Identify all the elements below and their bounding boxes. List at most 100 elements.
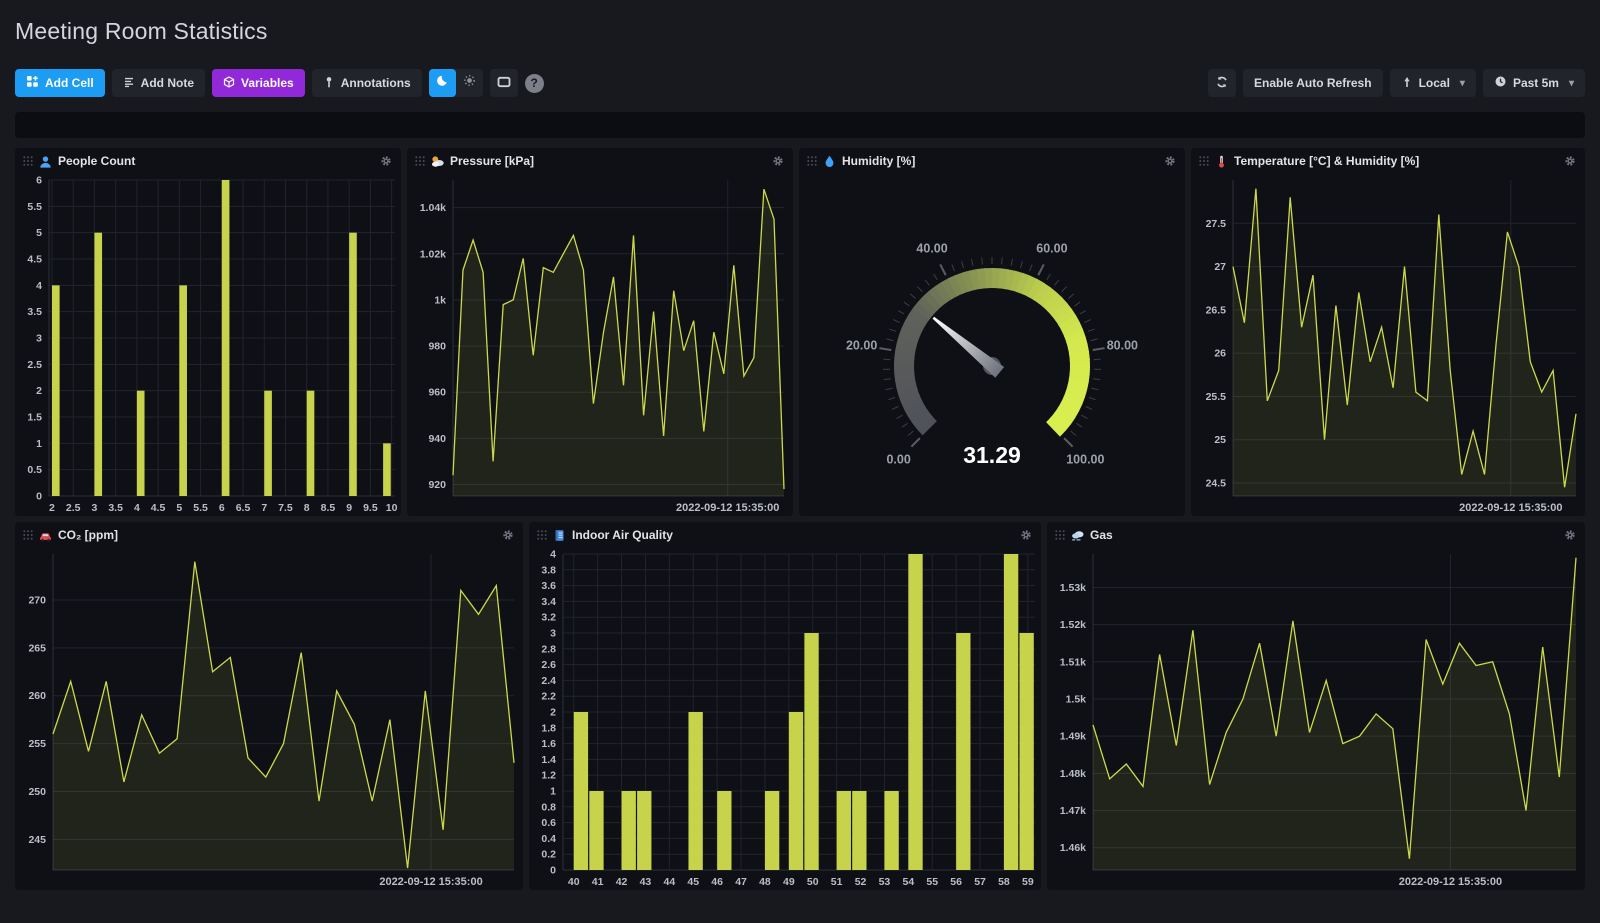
add-cell-button[interactable]: Add Cell xyxy=(15,69,105,97)
y-tick-label: 2.8 xyxy=(541,643,556,655)
variables-button[interactable]: Variables xyxy=(212,69,305,97)
bar xyxy=(717,791,732,870)
y-tick-label: 0.8 xyxy=(541,801,556,813)
drag-handle-icon[interactable] xyxy=(23,156,33,166)
panel-row-1: People Count 2 2.5 3 3.5 4 4.5 5 5.5 6 6.5 7 7.5 8 8.5… xyxy=(15,148,1585,516)
bar xyxy=(836,791,851,870)
indoor-air-quality-chart[interactable]: 40 41 42 43 44 45 46 47 48 49 50 51 52 53 54 55 56 57 58 59… xyxy=(529,548,1041,890)
x-axis-timestamp: 2022-09-12 15:35:00 xyxy=(676,502,779,514)
x-tick-label: 57 xyxy=(974,876,986,888)
drag-handle-icon[interactable] xyxy=(537,530,547,540)
variables-label: Variables xyxy=(241,76,294,90)
y-tick-label: 0.5 xyxy=(27,464,42,476)
x-tick-label: 58 xyxy=(998,876,1010,888)
y-tick-label: 1.46k xyxy=(1060,842,1086,854)
y-tick-label: 2 xyxy=(36,385,42,397)
add-note-button[interactable]: Add Note xyxy=(111,69,205,97)
y-tick-label: 2.5 xyxy=(27,359,42,371)
humidity-chart[interactable]: 0.00 20.00 40.00 60.00 80.00 100.00 31.29 xyxy=(799,174,1185,516)
drag-handle-icon[interactable] xyxy=(23,530,33,540)
refresh-button[interactable] xyxy=(1207,69,1236,97)
x-tick-label: 44 xyxy=(664,876,676,888)
drag-handle-icon[interactable] xyxy=(807,156,817,166)
help-icon[interactable]: ? xyxy=(524,73,544,93)
panel-co2: CO₂ [ppm] 270 265 260 255 250 245 2022-09-12 15… xyxy=(15,522,523,890)
gauge-needle xyxy=(932,316,1005,378)
x-tick-label: 5.5 xyxy=(193,502,208,514)
light-mode-toggle[interactable] xyxy=(456,69,483,97)
panel-header: CO₂ [ppm] xyxy=(15,522,523,548)
bar xyxy=(306,390,315,496)
timezone-dropdown[interactable]: Local ▾ xyxy=(1389,69,1476,97)
x-tick-label: 2 xyxy=(49,502,55,514)
x-tick-label: 6 xyxy=(219,502,225,514)
gear-icon[interactable] xyxy=(380,155,392,167)
people-count-chart[interactable]: 2 2.5 3 3.5 4 4.5 5 5.5 6 6.5 7 7.5 8 8.5 9 9.5 10 0 0.5 1 1… xyxy=(15,174,401,516)
y-tick-label: 260 xyxy=(28,690,46,702)
y-tick-label: 1 xyxy=(36,438,42,450)
panel-title: Indoor Air Quality xyxy=(572,528,673,542)
annotations-button[interactable]: Annotations xyxy=(311,69,422,97)
gear-icon[interactable] xyxy=(772,155,784,167)
y-tick-label: 920 xyxy=(428,479,446,491)
panel-title: Humidity [%] xyxy=(842,154,916,168)
y-tick-label: 0.6 xyxy=(541,817,556,829)
gear-icon[interactable] xyxy=(1020,529,1032,541)
y-tick-label: 3.6 xyxy=(541,580,556,592)
x-tick-label: 41 xyxy=(592,876,604,888)
x-tick-label: 54 xyxy=(902,876,914,888)
pin-icon xyxy=(1401,76,1413,91)
y-tick-label: 1.04k xyxy=(420,202,446,214)
drag-handle-icon[interactable] xyxy=(415,156,425,166)
people-icon xyxy=(39,155,52,168)
x-tick-label: 42 xyxy=(616,876,628,888)
x-tick-label: 2.5 xyxy=(66,502,81,514)
add-cell-icon xyxy=(26,75,39,91)
bar xyxy=(884,791,899,870)
y-tick-label: 1.5k xyxy=(1066,693,1087,705)
gauge-scale-label: 100.00 xyxy=(1066,452,1104,466)
x-tick-label: 8 xyxy=(304,502,310,514)
y-tick-label: 1.6 xyxy=(541,738,556,750)
panel-title: Temperature [°C] & Humidity [%] xyxy=(1234,154,1420,168)
gear-icon[interactable] xyxy=(1564,155,1576,167)
y-tick-label: 27 xyxy=(1214,261,1226,273)
bar xyxy=(51,285,60,496)
drag-handle-icon[interactable] xyxy=(1055,530,1065,540)
enable-auto-refresh-button[interactable]: Enable Auto Refresh xyxy=(1242,69,1383,97)
x-tick-label: 59 xyxy=(1022,876,1034,888)
gas-chart[interactable]: 1.53k 1.52k 1.51k 1.5k 1.49k 1.48k 1.47k 1.46k 2… xyxy=(1047,548,1585,890)
panel-header: Temperature [°C] & Humidity [%] xyxy=(1191,148,1585,174)
y-tick-label: 0.2 xyxy=(541,849,556,861)
gear-icon[interactable] xyxy=(502,529,514,541)
time-range-dropdown[interactable]: Past 5m ▾ xyxy=(1482,69,1585,97)
panel-indoor-air-quality: Indoor Air Quality 40 41 42 43 44 45 46 47 48 49 50… xyxy=(529,522,1041,890)
drag-handle-icon[interactable] xyxy=(1199,156,1209,166)
y-tick-label: 255 xyxy=(28,738,46,750)
panel-title: People Count xyxy=(58,154,136,168)
gauge-scale-label: 20.00 xyxy=(846,338,877,352)
gear-icon[interactable] xyxy=(1164,155,1176,167)
bar xyxy=(788,712,804,870)
presentation-mode-button[interactable] xyxy=(489,69,518,97)
y-tick-label: 6 xyxy=(36,175,42,187)
co2-chart[interactable]: 270 265 260 255 250 245 2022-09-12 15:35:00 xyxy=(15,548,523,890)
y-tick-label: 1.47k xyxy=(1060,805,1086,817)
temperature-chart[interactable]: 27.5 27 26.5 26 25.5 25 24.5 2022-09-12 15:35:0… xyxy=(1191,174,1585,516)
y-tick-label: 25.5 xyxy=(1206,391,1227,403)
theme-toggle xyxy=(428,69,483,97)
gauge-scale-label: 80.00 xyxy=(1107,338,1138,352)
x-tick-label: 46 xyxy=(711,876,723,888)
pressure-chart[interactable]: 1.04k 1.02k 1k 980 960 940 920 2022-09-12 15:35… xyxy=(407,174,793,516)
y-tick-label: 5 xyxy=(36,227,42,239)
dark-mode-toggle[interactable] xyxy=(428,69,456,97)
y-tick-label: 1.49k xyxy=(1060,731,1086,743)
x-tick-label: 6.5 xyxy=(236,502,251,514)
moon-icon xyxy=(436,74,449,92)
panel-gas: Gas 1.53k 1.52k 1.51k 1.5k 1.49k 1.48k 1.47k 1.4… xyxy=(1047,522,1585,890)
y-tick-label: 0 xyxy=(550,865,556,877)
gear-icon[interactable] xyxy=(1564,529,1576,541)
enable-auto-refresh-label: Enable Auto Refresh xyxy=(1253,76,1372,90)
bar xyxy=(589,791,604,870)
dashboard-page: Meeting Room Statistics Add Cell Add Not… xyxy=(0,0,1600,923)
